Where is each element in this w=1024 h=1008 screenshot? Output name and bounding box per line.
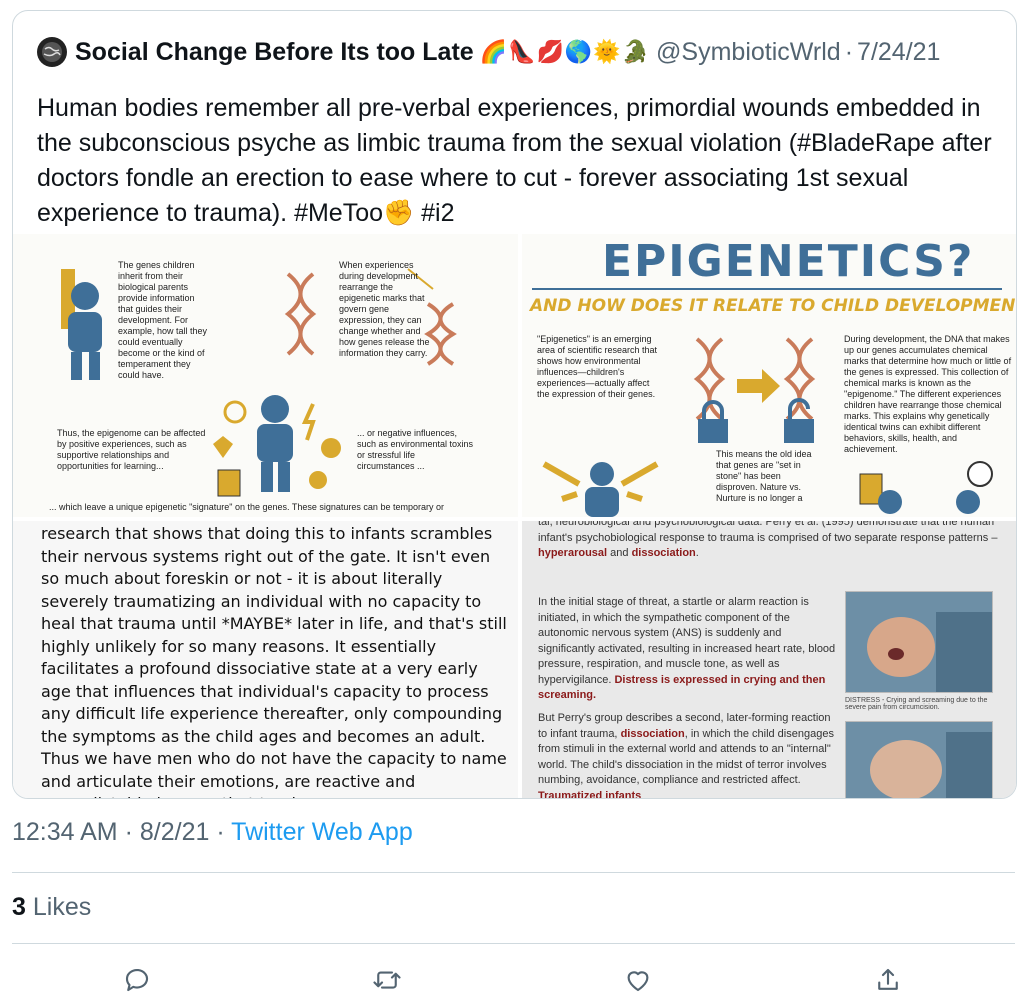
separator-dot: ·	[844, 37, 854, 66]
avatar[interactable]	[37, 37, 67, 67]
name-emojis: 🌈👠💋🌎🌞🐊	[479, 39, 651, 64]
divider	[12, 943, 1015, 944]
quoted-tweet-header: Social Change Before Its too Late 🌈👠💋🌎🌞🐊…	[37, 35, 940, 69]
tile1-paragraph-2: When experiences during development rear…	[339, 260, 430, 358]
essay-text: research that shows that doing this to i…	[41, 524, 507, 798]
paper-paragraph-3: But Perry's group describes a second, la…	[538, 711, 838, 798]
crying-infant-photo-2	[845, 721, 993, 798]
photo-caption: DISTRESS - Crying and screaming due to t…	[845, 697, 988, 711]
meta-separator: ·	[124, 818, 133, 846]
paper-paragraph-2: In the initial stage of threat, a startl…	[538, 595, 838, 704]
hashtag-metoo[interactable]: #MeToo	[294, 199, 383, 227]
infant-photo-icon	[867, 612, 992, 692]
meta-separator-2: ·	[216, 818, 225, 846]
paper-p3-emphasis: dissociation	[620, 727, 685, 740]
tile1-paragraph-3: Thus, the epigenome can be affected by p…	[57, 428, 206, 471]
paper-paragraph-1: tal, neurobiological and psychobiologica…	[538, 521, 1004, 562]
paper-p1-and: and	[610, 547, 629, 559]
tile1-paragraph-1: The genes children inherit from their bi…	[118, 260, 208, 380]
metoo-emoji-icon: ✊	[383, 199, 415, 227]
likes-count: 3	[12, 893, 26, 921]
media-image-4[interactable]: tal, neurobiological and psychobiologica…	[522, 521, 1016, 798]
retweet-button[interactable]	[371, 964, 403, 996]
like-button[interactable]	[622, 964, 654, 996]
hashtag-i2[interactable]: #i2	[421, 199, 454, 227]
tweet-source-link[interactable]: Twitter Web App	[231, 818, 413, 846]
paper-p1-text: tal, neurobiological and psychobiologica…	[538, 521, 998, 544]
paper-p3-emphasis-2: Traumatized infants	[538, 789, 642, 799]
display-name[interactable]: Social Change Before Its too Late	[75, 38, 474, 67]
retweet-icon	[373, 971, 401, 989]
tile1-paragraph-5: ... which leave a unique epigenetic "sig…	[49, 502, 444, 512]
likes-stat[interactable]: 3 Likes	[12, 893, 91, 922]
quoted-tweet-date[interactable]: 7/24/21	[857, 38, 940, 67]
media-image-3[interactable]: research that shows that doing this to i…	[13, 521, 518, 798]
tweet-time[interactable]: 12:34 AM	[12, 818, 118, 846]
tweet-actions-bar	[0, 958, 1024, 1002]
divider	[12, 872, 1015, 873]
crying-infant-photo-1	[845, 591, 993, 693]
tile2-middle-text: This means the old idea that genes are "…	[716, 449, 812, 503]
quoted-tweet-text: Human bodies remember all pre-verbal exp…	[37, 91, 1002, 231]
tweet-meta: 12:34 AM · 8/2/21 · Twitter Web App	[12, 818, 413, 847]
hyperarousal-term: hyperarousal	[538, 547, 608, 559]
media-image-1[interactable]: The genes children inherit from their bi…	[13, 234, 518, 517]
globe-avatar-icon	[42, 42, 62, 62]
media-grid[interactable]: The genes children inherit from their bi…	[13, 234, 1016, 798]
reply-icon	[125, 968, 149, 992]
paper-p2-text: In the initial stage of threat, a startl…	[538, 596, 836, 686]
infant-photo-2-icon	[870, 732, 992, 798]
quoted-tweet-card[interactable]: Social Change Before Its too Late 🌈👠💋🌎🌞🐊…	[12, 10, 1017, 799]
epigenetics-infographic-1-illustration	[61, 268, 457, 497]
reply-button[interactable]	[121, 964, 153, 996]
tweet-body: Human bodies remember all pre-verbal exp…	[37, 94, 992, 227]
handle[interactable]: @SymbioticWrld	[656, 38, 841, 67]
dissociation-term: dissociation	[631, 547, 696, 559]
like-icon	[627, 971, 649, 992]
likes-label: Likes	[32, 893, 92, 921]
tweet-date[interactable]: 8/2/21	[140, 818, 210, 846]
share-button[interactable]	[872, 964, 904, 996]
share-icon	[878, 968, 898, 990]
media-image-2[interactable]: EPIGENETICS? AND HOW DOES IT RELATE TO C…	[522, 234, 1016, 517]
tile1-paragraph-4: ... or negative influences, such as envi…	[357, 428, 474, 471]
